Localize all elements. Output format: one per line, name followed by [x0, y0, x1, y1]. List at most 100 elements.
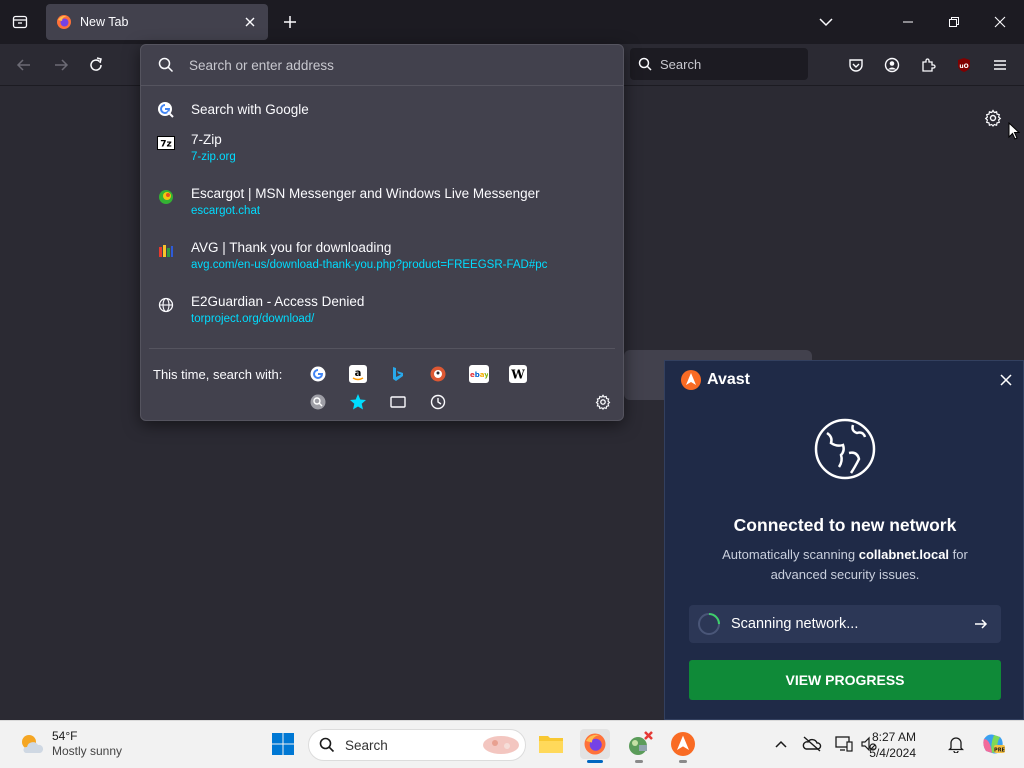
taskbar-search-placeholder: Search	[345, 737, 388, 753]
result-url: torproject.org/download/	[191, 313, 315, 325]
urlbar-input[interactable]	[189, 57, 589, 73]
app-menu-button[interactable]	[988, 53, 1012, 77]
restore-button[interactable]	[940, 8, 968, 36]
forward-button[interactable]	[49, 53, 73, 77]
result-row[interactable]: E2Guardian - Access Denied torproject.or…	[141, 294, 623, 348]
result-title: E2Guardian - Access Denied	[191, 294, 365, 309]
result-title: AVG | Thank you for downloading	[191, 240, 392, 255]
minimize-button[interactable]	[894, 8, 922, 36]
system-clock[interactable]: 8:27 AM 5/4/2024	[864, 729, 916, 761]
search-highlight-icon	[483, 736, 519, 754]
back-button[interactable]	[12, 53, 36, 77]
partly-sunny-icon	[22, 735, 44, 753]
tab-close-icon[interactable]	[242, 14, 258, 30]
chevron-down-icon	[819, 18, 833, 27]
result-row[interactable]: AVG | Thank you for downloading avg.com/…	[141, 240, 623, 294]
firefox-view-button[interactable]	[8, 10, 32, 34]
toolbar-search-box[interactable]: Search	[630, 48, 808, 80]
network-app-button[interactable]	[624, 729, 654, 763]
windows-taskbar: 54°F Mostly sunny Search 8:27 AM 5/4/202…	[0, 720, 1024, 768]
view-progress-button[interactable]: VIEW PROGRESS	[689, 660, 1001, 700]
file-explorer-button[interactable]	[536, 729, 566, 759]
avast-logo-icon	[671, 732, 695, 756]
network-tray-icon[interactable]	[833, 733, 855, 755]
network-tool-icon	[629, 731, 653, 755]
result-url: avg.com/en-us/download-thank-you.php?pro…	[191, 259, 548, 271]
arrow-left-icon	[16, 59, 30, 71]
ublock-origin-icon: uO	[958, 58, 970, 72]
running-indicator	[635, 760, 643, 763]
notifications-button[interactable]	[945, 733, 967, 755]
result-row[interactable]: Escargot | MSN Messenger and Windows Liv…	[141, 186, 623, 240]
newtab-settings-button[interactable]	[981, 106, 1005, 130]
google-search-icon	[157, 101, 175, 119]
avast-logo-icon	[681, 370, 701, 390]
reload-button[interactable]	[84, 53, 108, 77]
duckduckgo-engine-icon[interactable]	[429, 365, 447, 383]
avast-brand: Avast	[681, 370, 750, 390]
extensions-button[interactable]	[916, 53, 940, 77]
search-settings-gear-icon[interactable]	[594, 393, 612, 411]
globe-icon	[813, 417, 877, 484]
clock-date: 5/4/2024	[869, 746, 916, 760]
history-clock-icon[interactable]	[429, 393, 447, 411]
scanning-status-row[interactable]: Scanning network...	[689, 605, 1001, 643]
tab-new-tab[interactable]: New Tab	[46, 4, 268, 40]
result-title: Search with Google	[191, 101, 309, 117]
monitor-icon	[835, 736, 853, 752]
result-title: 7-Zip	[191, 132, 222, 147]
new-tab-button[interactable]	[278, 10, 302, 34]
globe-icon	[157, 296, 175, 314]
spinner-icon	[698, 613, 720, 635]
escargot-icon	[157, 188, 175, 206]
avast-taskbar-button[interactable]	[668, 729, 698, 763]
weather-widget[interactable]: 54°F Mostly sunny	[18, 729, 122, 759]
gear-icon	[984, 109, 1002, 127]
firefox-icon	[584, 733, 606, 755]
result-row[interactable]: 7z 7-Zip 7-zip.org	[141, 132, 623, 186]
avast-notification: Avast Connected to new network Automatic…	[664, 360, 1024, 720]
urlbar-dropdown: Search with Google 7z 7-Zip 7-zip.org Es…	[140, 44, 624, 421]
search-engine-icon[interactable]	[309, 393, 327, 411]
folder-icon	[539, 736, 563, 753]
firefox-icon	[57, 15, 71, 29]
pocket-button[interactable]	[844, 53, 868, 77]
onedrive-tray-icon[interactable]	[801, 733, 823, 755]
avast-brand-name: Avast	[707, 371, 750, 388]
close-window-button[interactable]	[986, 8, 1014, 36]
running-indicator	[587, 760, 603, 763]
copilot-button[interactable]: PRE	[980, 731, 1006, 757]
ublock-button[interactable]: uO	[952, 53, 976, 77]
avast-close-button[interactable]	[997, 371, 1015, 389]
amazon-engine-icon[interactable]: a	[349, 365, 367, 383]
result-url: 7-zip.org	[191, 151, 236, 163]
search-icon	[158, 57, 174, 73]
avast-desc-prefix: Automatically scanning	[722, 547, 856, 562]
search-with-google-result[interactable]: Search with Google	[141, 86, 623, 132]
close-icon	[994, 16, 1006, 28]
start-button[interactable]	[268, 729, 298, 759]
bell-icon	[948, 737, 964, 753]
account-button[interactable]	[880, 53, 904, 77]
svg-text:ebay: ebay	[470, 371, 488, 379]
bing-engine-icon[interactable]	[389, 365, 407, 383]
arrow-right-icon	[55, 59, 69, 71]
result-url: escargot.chat	[191, 205, 261, 217]
list-all-tabs-button[interactable]	[812, 8, 840, 36]
tabs-icon[interactable]	[389, 393, 407, 411]
avast-description: Automatically scanning collabnet.local f…	[705, 545, 985, 585]
google-engine-icon[interactable]	[309, 365, 327, 383]
hamburger-menu-icon	[994, 60, 1006, 70]
ebay-engine-icon[interactable]: ebay	[469, 365, 489, 383]
copilot-icon: PRE	[983, 734, 1006, 754]
search-icon	[319, 737, 335, 753]
show-hidden-icons-button[interactable]	[770, 733, 792, 755]
weather-condition: Mostly sunny	[52, 744, 123, 758]
firefox-taskbar-button[interactable]	[580, 729, 610, 763]
taskbar-search[interactable]: Search	[308, 729, 526, 761]
wikipedia-engine-icon[interactable]: W	[509, 365, 527, 383]
bookmarks-star-icon[interactable]	[349, 393, 367, 411]
windows-logo-icon	[272, 733, 294, 755]
avg-icon	[157, 242, 175, 260]
puzzle-icon	[922, 58, 936, 72]
